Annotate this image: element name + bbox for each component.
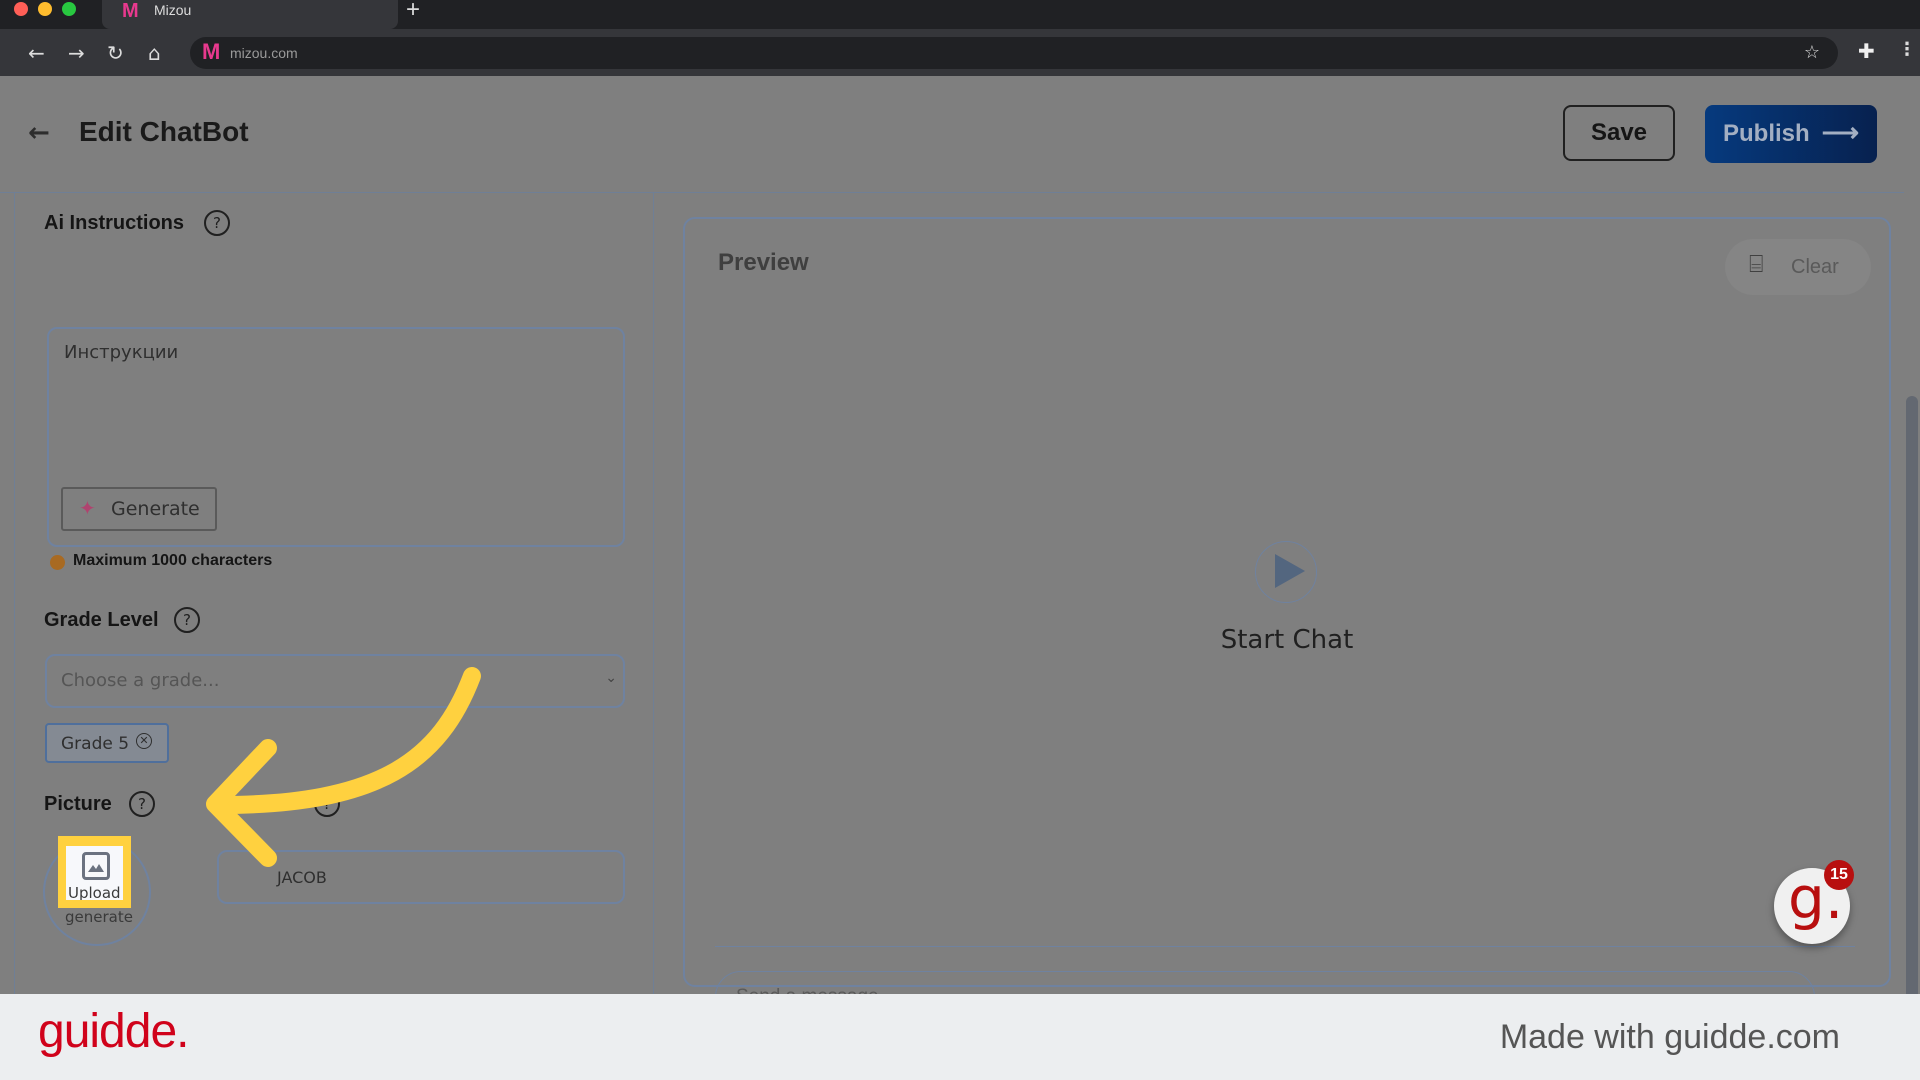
upload-or-generate-button[interactable]: Upload or <box>58 836 131 908</box>
page-header: ← Edit ChatBot Save Publish ⟶ <box>0 76 1905 193</box>
help-icon[interactable]: ? <box>129 791 155 817</box>
start-chat-play-button[interactable] <box>1255 541 1317 603</box>
url-text[interactable]: mizou.com <box>230 45 298 61</box>
upload-hint-generate: generate <box>65 908 133 926</box>
upload-button-inner: Upload or <box>66 846 123 900</box>
info-warning-icon <box>50 555 65 570</box>
publish-label: Publish <box>1723 120 1810 147</box>
new-tab-button[interactable]: + <box>406 0 420 24</box>
ai-name-label: AI Name <box>218 793 299 815</box>
scrollbar-thumb[interactable] <box>1906 396 1918 1070</box>
preview-divider <box>715 946 1855 947</box>
tab-title: Mizou <box>154 2 192 18</box>
address-bar[interactable]: M mizou.com ☆ <box>190 37 1838 69</box>
preview-panel: Preview ⌸ Clear Start Chat Send a messag… <box>683 217 1891 1023</box>
ai-instructions-value: Инструкции <box>64 342 179 363</box>
ai-name-value: JACOB <box>277 868 327 887</box>
guidde-widget-button[interactable]: g. 15 <box>1774 860 1854 944</box>
minimize-window-button[interactable] <box>38 2 52 16</box>
browser-menu-icon[interactable]: ⋮ <box>1898 39 1916 60</box>
grade-select[interactable]: Choose a grade... ⌄ <box>45 654 625 708</box>
grade-select-placeholder: Choose a grade... <box>61 670 220 691</box>
generate-button[interactable]: ✦ Generate <box>61 487 217 531</box>
save-button[interactable]: Save <box>1563 105 1675 161</box>
made-with-text: Made with guidde.com <box>1499 1018 1840 1056</box>
picture-label: Picture <box>44 793 112 815</box>
site-favicon-icon: M <box>202 39 221 64</box>
chatbot-settings-panel: Ai Instructions ? Инструкции ✦ Generate … <box>14 193 654 1027</box>
character-limit-note: Maximum 1000 characters <box>73 552 273 569</box>
ai-name-input[interactable]: JACOB <box>217 850 625 904</box>
help-icon[interactable]: ? <box>314 791 340 817</box>
extensions-puzzle-icon[interactable]: ✚ <box>1858 39 1875 63</box>
grade-chip-label: Grade 5 <box>61 734 130 754</box>
back-arrow-icon[interactable]: ← <box>28 118 50 148</box>
browser-tab-mizou[interactable]: M Mizou <box>102 0 398 29</box>
ai-instructions-label: Ai Instructions <box>44 212 185 234</box>
guidde-logo: guidde. <box>38 1005 189 1058</box>
grade-chip: Grade 5 ✕ <box>45 723 169 763</box>
browser-tab-bar: M Mizou + <box>0 0 1920 29</box>
play-icon <box>1275 554 1305 588</box>
broom-icon: ⌸ <box>1749 251 1764 278</box>
sparkles-icon: ✦ <box>79 496 96 520</box>
image-icon <box>82 852 110 880</box>
browser-toolbar: ← → ↻ ⌂ M mizou.com ☆ ✚ ⋮ <box>0 29 1920 76</box>
forward-arrow-icon[interactable]: → <box>68 41 85 65</box>
home-icon[interactable]: ⌂ <box>148 41 161 65</box>
back-arrow-icon[interactable]: ← <box>28 41 45 65</box>
maximize-window-button[interactable] <box>62 2 76 16</box>
clear-button[interactable]: ⌸ Clear <box>1725 239 1871 295</box>
publish-button[interactable]: Publish ⟶ <box>1705 105 1877 163</box>
chevron-down-icon: ⌄ <box>605 670 617 686</box>
reload-icon[interactable]: ↻ <box>107 41 124 65</box>
upload-hint-text: Upload or <box>68 884 123 900</box>
mountain-glyph <box>88 864 104 872</box>
notification-badge: 15 <box>1824 860 1854 890</box>
arrow-right-icon: ⟶ <box>1821 117 1859 147</box>
remove-chip-icon[interactable]: ✕ <box>136 733 152 749</box>
preview-title: Preview <box>718 249 809 276</box>
help-icon[interactable]: ? <box>174 607 200 633</box>
app-content: ← Edit ChatBot Save Publish ⟶ Ai Instruc… <box>0 76 1920 1070</box>
mizou-logo-icon: M <box>122 0 139 22</box>
page-title: Edit ChatBot <box>79 116 249 147</box>
grade-level-label: Grade Level <box>44 609 159 631</box>
help-icon[interactable]: ? <box>204 210 230 236</box>
start-chat-label[interactable]: Start Chat <box>685 625 1889 655</box>
ai-instructions-textarea[interactable]: Инструкции ✦ Generate <box>47 327 625 547</box>
generate-label: Generate <box>111 498 200 520</box>
guidde-footer: guidde. Made with guidde.com <box>0 994 1920 1080</box>
clear-label: Clear <box>1791 255 1839 278</box>
bookmark-star-icon[interactable]: ☆ <box>1804 42 1820 63</box>
close-window-button[interactable] <box>14 2 28 16</box>
